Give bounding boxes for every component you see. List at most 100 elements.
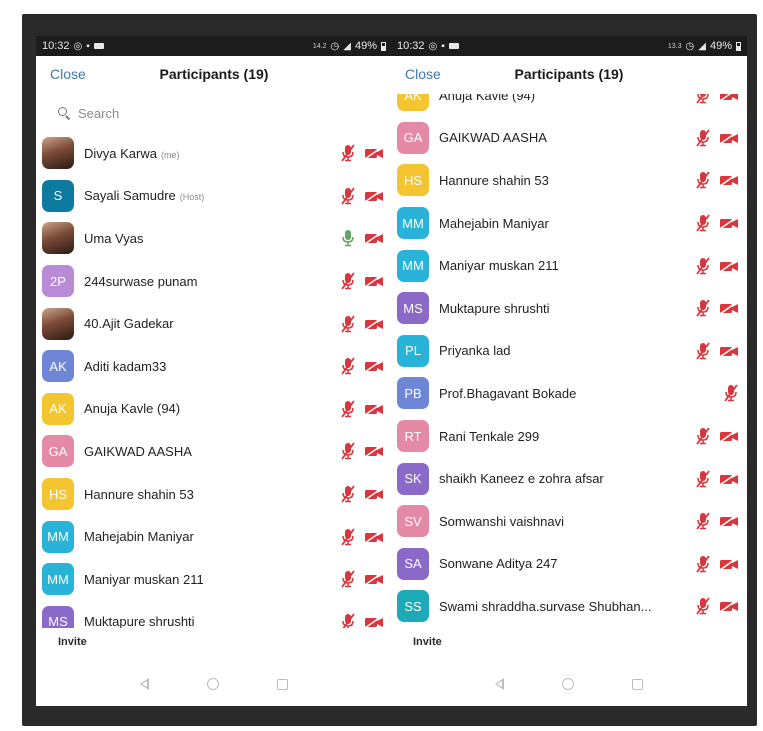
participant-row[interactable]: MM Maniyar muskan 211 (36, 558, 392, 601)
participant-status-icons (340, 515, 384, 558)
recent-apps-icon[interactable] (632, 678, 643, 690)
video-off-icon (719, 429, 739, 443)
whatsapp-icon: ◎ (73, 40, 83, 52)
participant-row[interactable]: MM Mahejabin Maniyar (36, 515, 392, 558)
page-title: Participants (19) (514, 66, 624, 82)
network-speed: 14.2 (312, 42, 327, 50)
invite-button[interactable]: Invite (58, 636, 87, 648)
participant-row[interactable]: SS Swami shraddha.survase Shubhan... (391, 585, 747, 628)
participant-name-text: Aditi kadam33 (84, 358, 167, 374)
participant-row[interactable]: MM Mahejabin Maniyar (391, 202, 747, 245)
participant-row[interactable]: GA GAIKWAD AASHA (36, 430, 392, 473)
participant-row[interactable]: Uma Vyas (36, 217, 392, 260)
avatar (42, 137, 74, 170)
home-nav-icon[interactable] (207, 678, 219, 690)
participant-status-icons (695, 330, 739, 373)
back-nav-icon[interactable] (140, 678, 149, 690)
participant-status-icons (340, 430, 384, 473)
video-off-icon (719, 599, 739, 613)
mic-on-icon (340, 229, 356, 247)
participant-name: Maniyar muskan 211 (439, 258, 559, 273)
participant-row[interactable]: 2P 244surwase punam (36, 260, 392, 303)
invite-button[interactable]: Invite (413, 636, 442, 648)
camera-icon (448, 43, 459, 49)
video-off-icon (364, 359, 384, 373)
participant-row[interactable]: AK Anuja Kavle (94) (36, 388, 392, 431)
participant-name: Muktapure shrushti (439, 301, 550, 316)
avatar: HS (42, 478, 74, 511)
avatar: HS (397, 164, 429, 197)
participant-row[interactable]: Divya Karwa (me) (36, 132, 392, 175)
video-off-icon (719, 301, 739, 315)
participant-row[interactable]: HS Hannure shahin 53 (36, 473, 392, 516)
participant-name-text: Maniyar muskan 211 (439, 258, 559, 274)
video-off-icon (364, 530, 384, 544)
back-nav-icon[interactable] (495, 678, 504, 690)
avatar: AK (42, 350, 74, 383)
avatar: GA (42, 435, 74, 468)
participant-status-icons (695, 159, 739, 202)
mic-muted-icon (695, 299, 711, 317)
avatar: AK (42, 392, 74, 425)
participant-row[interactable]: MM Maniyar muskan 211 (391, 244, 747, 287)
home-nav-icon[interactable] (562, 678, 574, 690)
participant-row[interactable]: AK Aditi kadam33 (36, 345, 392, 388)
video-off-icon (719, 173, 739, 188)
avatar: PB (397, 377, 429, 410)
participant-name-text: Rani Tenkale 299 (439, 428, 540, 444)
participant-row[interactable]: SV Somwanshi vaishnavi (391, 500, 747, 543)
participant-name: 244surwase punam (84, 274, 197, 289)
participant-name: Aditi kadam33 (84, 359, 166, 374)
participant-name-text: Sonwane Aditya 247 (439, 556, 558, 572)
participant-row[interactable]: MS Muktapure shrushti (36, 601, 392, 628)
alarm-icon: ◷ (330, 40, 340, 52)
participant-name-text: Sayali Samudre (84, 188, 176, 204)
participant-name-text: Mahejabin Maniyar (439, 215, 549, 231)
video-off-icon (364, 274, 384, 288)
avatar: MM (42, 563, 74, 596)
battery-icon (381, 41, 386, 51)
battery-percent: 49% (709, 40, 732, 52)
status-time: 10:32 (42, 40, 70, 52)
participant-name-text: 40.Ajit Gadekar (84, 316, 174, 332)
participant-status-icons (340, 132, 384, 175)
participant-row[interactable]: GA GAIKWAD AASHA (391, 117, 747, 160)
status-bar: 10:32 ◎ ▪ 13.3 ◷ ◢ 49% (391, 36, 747, 56)
participant-status-icons (340, 302, 384, 345)
mic-muted-icon (695, 171, 711, 190)
participant-row[interactable]: SA Sonwane Aditya 247 (391, 543, 747, 586)
participant-name-text: GAIKWAD AASHA (439, 130, 547, 146)
participant-status-icons (695, 543, 739, 586)
participant-name-text: Muktapure shrushti (84, 614, 195, 628)
participant-row[interactable]: PL Priyanka lad (391, 330, 747, 373)
participant-status-icons (340, 217, 384, 260)
participant-row[interactable]: 40.Ajit Gadekar (36, 302, 392, 345)
participant-row[interactable]: AK Anuja Kavle (94) (391, 94, 747, 117)
avatar: AK (397, 94, 429, 112)
participant-row[interactable]: HS Hannure shahin 53 (391, 159, 747, 202)
close-button[interactable]: Close (50, 66, 86, 82)
mic-muted-icon (723, 384, 739, 402)
participant-row[interactable]: MS Muktapure shrushti (391, 287, 747, 330)
video-off-icon (719, 216, 739, 230)
search-input[interactable] (78, 105, 278, 121)
participant-name-text: shaikh Kaneez e zohra afsar (439, 471, 604, 487)
participant-name-text: Anuja Kavle (94) (439, 94, 536, 103)
participant-row[interactable]: SK shaikh Kaneez e zohra afsar (391, 457, 747, 500)
participant-status-icons (695, 244, 739, 287)
status-bar: 10:32 ◎ ▪ 14.2 ◷ ◢ 49% (36, 36, 392, 56)
search-bar[interactable] (44, 94, 384, 132)
video-off-icon (364, 615, 384, 628)
video-off-icon (719, 344, 739, 358)
mic-muted-icon (695, 94, 711, 104)
app-header: Close Participants (19) (36, 56, 392, 94)
close-button[interactable]: Close (405, 66, 441, 82)
participants-list[interactable]: AK Anuja Kavle (94) GA GAIKWAD AASHA HS Hannu… (391, 94, 747, 628)
participant-row[interactable]: RT Rani Tenkale 299 (391, 415, 747, 458)
participant-name: Mahejabin Maniyar (84, 529, 194, 544)
participant-row[interactable]: PB Prof.Bhagavant Bokade (391, 372, 747, 415)
recent-apps-icon[interactable] (277, 678, 288, 690)
participant-name-text: 244surwase punam (84, 273, 198, 289)
participants-list[interactable]: Divya Karwa (me) S Sayali Samudre (Host) Uma … (36, 132, 392, 628)
participant-row[interactable]: S Sayali Samudre (Host) (36, 175, 392, 218)
